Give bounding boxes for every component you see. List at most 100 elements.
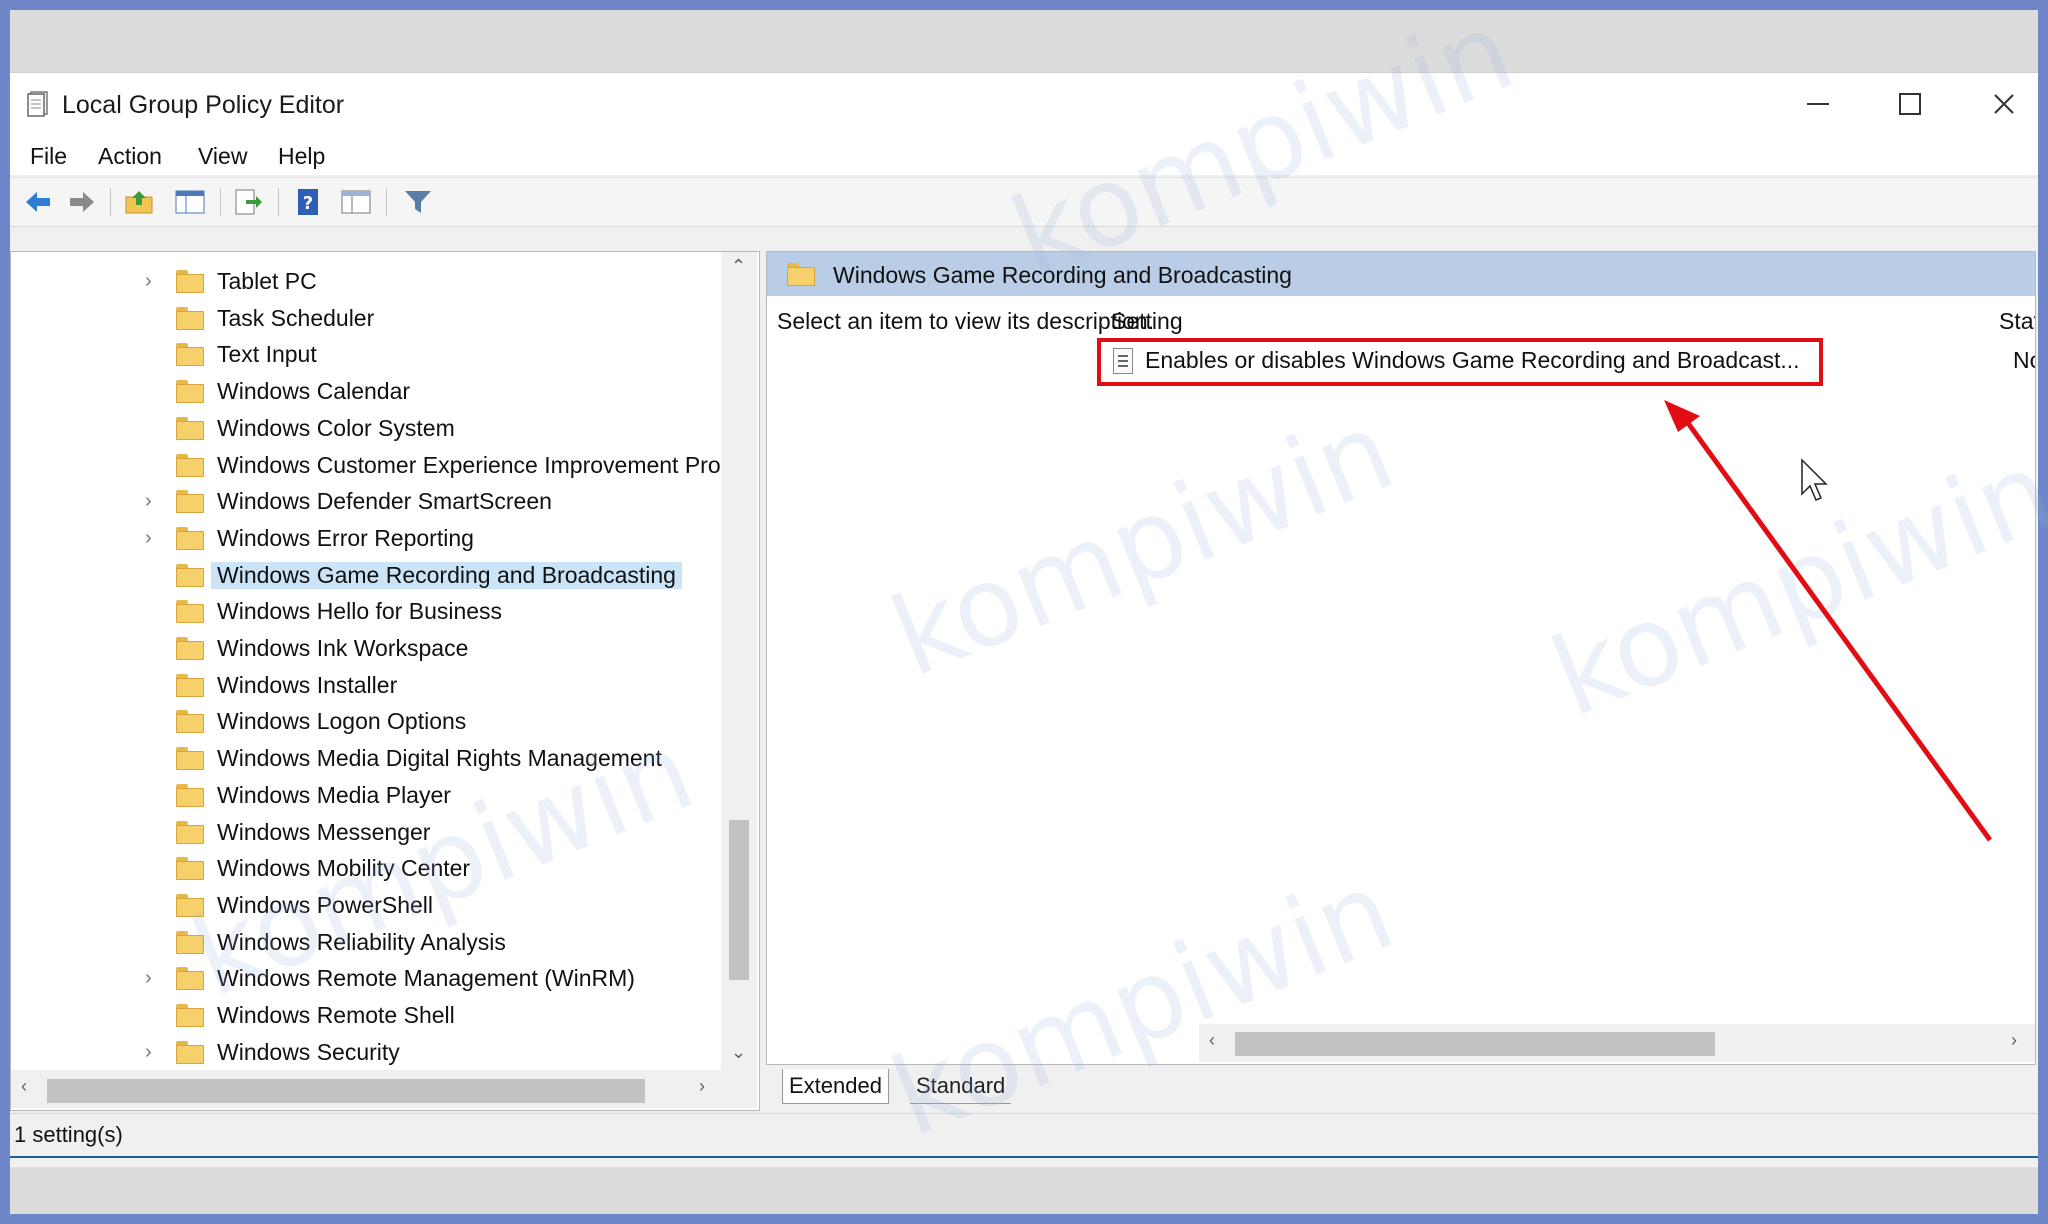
- tree-item[interactable]: Windows Game Recording and Broadcasting: [11, 558, 721, 594]
- tree-item[interactable]: › Windows Remote Management (WinRM): [11, 961, 721, 997]
- tree-item-label: Windows Defender SmartScreen: [217, 488, 552, 515]
- tree-item-label: Windows Messenger: [217, 818, 431, 845]
- folder-icon: [176, 563, 204, 587]
- scroll-up-icon[interactable]: ⌃: [731, 256, 746, 277]
- forward-arrow-icon[interactable]: [66, 187, 98, 217]
- policy-tree: › Tablet PC Task Scheduler Text Input Window…: [10, 251, 760, 1111]
- tab-extended[interactable]: Extended: [782, 1069, 889, 1104]
- policy-editor-icon: [27, 91, 48, 117]
- tree-item-label: Windows Customer Experience Improvement …: [217, 451, 721, 478]
- up-folder-icon[interactable]: [124, 187, 156, 217]
- folder-icon: [176, 820, 204, 844]
- folder-icon: [176, 747, 204, 771]
- details-horizontal-scrollbar[interactable]: ‹ ›: [1199, 1024, 2035, 1062]
- menu-help[interactable]: Help: [278, 143, 325, 170]
- tree-item-label: Windows Security: [217, 1038, 400, 1065]
- tree-item[interactable]: Windows Reliability Analysis: [11, 925, 721, 961]
- tree-item[interactable]: Windows Logon Options: [11, 704, 721, 740]
- folder-icon: [176, 1040, 204, 1064]
- tree-item[interactable]: Text Input: [11, 337, 721, 373]
- properties-icon[interactable]: [340, 187, 372, 217]
- folder-icon: [176, 306, 204, 330]
- tree-item[interactable]: Windows Remote Shell: [11, 998, 721, 1034]
- tree-item[interactable]: Windows Messenger: [11, 815, 721, 851]
- tree-item[interactable]: Windows Customer Experience Improvement …: [11, 448, 721, 484]
- scroll-thumb[interactable]: [729, 820, 749, 980]
- tree-item-label: Windows Installer: [217, 671, 398, 698]
- title-bar: Local Group Policy Editor: [10, 73, 2038, 135]
- tree-item-label: Windows Mobility Center: [217, 855, 471, 882]
- help-icon[interactable]: ?: [292, 187, 324, 217]
- setting-state: Not confi: [2013, 347, 2035, 373]
- folder-icon: [176, 343, 204, 367]
- tree-item[interactable]: Task Scheduler: [11, 301, 721, 337]
- tree-item[interactable]: Windows PowerShell: [11, 888, 721, 924]
- folder-icon: [176, 673, 204, 697]
- expand-arrow-icon[interactable]: ›: [145, 490, 152, 513]
- tree-item-label: Windows Remote Management (WinRM): [217, 965, 635, 992]
- tree-item[interactable]: › Tablet PC: [11, 264, 721, 300]
- tree-item[interactable]: Windows Calendar: [11, 374, 721, 410]
- back-arrow-icon[interactable]: [22, 187, 54, 217]
- column-header-state[interactable]: State: [1999, 308, 2035, 335]
- folder-icon: [176, 637, 204, 660]
- tree-item-label: Windows Hello for Business: [217, 598, 503, 625]
- tree-item[interactable]: › Windows Defender SmartScreen: [11, 484, 721, 520]
- scroll-down-icon[interactable]: ⌄: [731, 1042, 746, 1063]
- tree-item-label: Windows Color System: [217, 414, 455, 441]
- tree-item-label: Windows Media Digital Rights Management: [217, 745, 662, 772]
- tree-item[interactable]: Windows Hello for Business: [11, 594, 721, 630]
- expand-arrow-icon[interactable]: ›: [145, 967, 152, 990]
- maximize-button[interactable]: [1880, 79, 1940, 129]
- menu-action[interactable]: Action: [98, 143, 162, 170]
- expand-arrow-icon[interactable]: ›: [145, 527, 152, 550]
- tab-standard[interactable]: Standard: [910, 1069, 1012, 1104]
- export-list-icon[interactable]: [232, 187, 264, 217]
- tree-item[interactable]: Windows Media Player: [11, 778, 721, 814]
- tree-horizontal-scrollbar[interactable]: ‹ ›: [11, 1070, 757, 1108]
- minimize-icon: [1807, 103, 1829, 105]
- column-header-setting[interactable]: Setting: [1111, 308, 1183, 335]
- scroll-right-icon[interactable]: ›: [2011, 1030, 2017, 1051]
- folder-icon: [176, 490, 204, 514]
- tree-item[interactable]: Windows Mobility Center: [11, 851, 721, 887]
- tree-item[interactable]: Windows Ink Workspace: [11, 631, 721, 667]
- show-hide-tree-icon[interactable]: [174, 187, 206, 217]
- scroll-thumb[interactable]: [1235, 1032, 1715, 1056]
- screenshot-frame: Local Group Policy Editor File Action Vi…: [10, 10, 2038, 1214]
- folder-icon: [176, 857, 204, 881]
- minimize-button[interactable]: [1788, 79, 1848, 129]
- tree-item[interactable]: Windows Color System: [11, 411, 721, 447]
- tree-item[interactable]: › Windows Error Reporting: [11, 521, 721, 557]
- scroll-thumb[interactable]: [47, 1079, 645, 1103]
- filter-icon[interactable]: [402, 187, 434, 217]
- tree-vertical-scrollbar[interactable]: ⌃ ⌄: [721, 252, 757, 1070]
- expand-arrow-icon[interactable]: ›: [145, 1041, 152, 1064]
- description-text: Select an item to view its description.: [777, 308, 1155, 334]
- scroll-left-icon[interactable]: ‹: [1209, 1030, 1215, 1051]
- folder-icon: [787, 263, 815, 286]
- toolbar: ?: [10, 177, 2038, 227]
- tree-item[interactable]: Windows Media Digital Rights Management: [11, 741, 721, 777]
- folder-icon: [176, 893, 204, 917]
- tree-item-label: Windows Logon Options: [217, 708, 467, 735]
- folder-icon: [176, 416, 204, 440]
- scroll-right-icon[interactable]: ›: [699, 1076, 705, 1097]
- folder-icon: [176, 453, 204, 477]
- tree-item[interactable]: Windows Installer: [11, 668, 721, 704]
- expand-arrow-icon[interactable]: ›: [145, 270, 152, 293]
- menu-view[interactable]: View: [198, 143, 247, 170]
- status-bar: 1 setting(s): [10, 1113, 2038, 1158]
- folder-icon: [176, 600, 204, 624]
- svg-text:?: ?: [303, 193, 313, 214]
- scroll-left-icon[interactable]: ‹: [21, 1076, 27, 1097]
- close-icon: [1994, 94, 2014, 114]
- maximize-icon: [1899, 93, 1921, 115]
- highlight-annotation-box: [1097, 338, 1823, 386]
- menu-bar: File Action View Help: [10, 135, 2038, 175]
- close-button[interactable]: [1974, 79, 2034, 129]
- folder-icon: [176, 710, 204, 734]
- menu-file[interactable]: File: [30, 143, 67, 170]
- details-title: Windows Game Recording and Broadcasting: [833, 262, 1292, 288]
- tree-item[interactable]: › Windows Security: [11, 1035, 721, 1071]
